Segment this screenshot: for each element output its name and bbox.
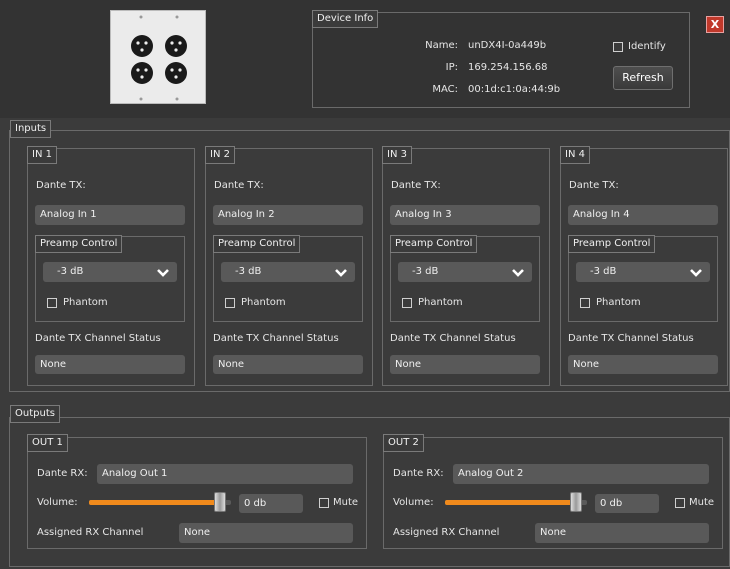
volume-label: Volume: xyxy=(393,497,434,508)
tx-status-label: Dante TX Channel Status xyxy=(35,333,161,344)
volume-slider-handle[interactable] xyxy=(570,492,582,512)
volume-value-field[interactable]: 0 db xyxy=(239,494,303,513)
dante-tx-field[interactable]: Analog In 2 xyxy=(213,205,363,225)
preamp-control-title: Preamp Control xyxy=(568,235,656,253)
input-channel-title: IN 1 xyxy=(27,146,57,164)
assigned-rx-label: Assigned RX Channel xyxy=(393,527,500,538)
close-icon: X xyxy=(710,18,720,31)
chevron-down-icon xyxy=(512,266,524,286)
dante-tx-label: Dante TX: xyxy=(214,180,264,191)
preamp-control-title: Preamp Control xyxy=(213,235,301,253)
input-channel-title: IN 3 xyxy=(382,146,412,164)
dante-rx-field[interactable]: Analog Out 1 xyxy=(97,464,353,484)
phantom-label: Phantom xyxy=(63,297,108,308)
tx-status-label: Dante TX Channel Status xyxy=(390,333,516,344)
mac-label: MAC: xyxy=(432,84,458,95)
preamp-gain-value: -3 dB xyxy=(235,266,262,277)
dante-rx-field[interactable]: Analog Out 2 xyxy=(453,464,709,484)
volume-value-field[interactable]: 0 db xyxy=(595,494,659,513)
name-value: unDX4I-0a449b xyxy=(468,40,547,51)
input-channel-title: IN 2 xyxy=(205,146,235,164)
identify-checkbox[interactable] xyxy=(613,42,623,52)
mute-label: Mute xyxy=(333,497,359,508)
phantom-checkbox[interactable] xyxy=(47,298,57,308)
dante-tx-label: Dante TX: xyxy=(391,180,441,191)
outputs-title: Outputs xyxy=(10,405,60,423)
tx-status-field: None xyxy=(213,355,363,374)
phantom-label: Phantom xyxy=(241,297,286,308)
volume-label: Volume: xyxy=(37,497,78,508)
chevron-down-icon xyxy=(157,266,169,286)
wall-plate-icon xyxy=(131,15,187,101)
assigned-rx-label: Assigned RX Channel xyxy=(37,527,144,538)
close-button[interactable]: X xyxy=(706,16,724,33)
dante-rx-label: Dante RX: xyxy=(393,468,444,479)
dante-tx-label: Dante TX: xyxy=(569,180,619,191)
volume-slider-fill xyxy=(445,500,576,505)
device-info-title: Device Info xyxy=(312,10,379,28)
ip-label: IP: xyxy=(445,62,458,73)
refresh-button[interactable]: Refresh xyxy=(613,66,673,90)
phantom-label: Phantom xyxy=(418,297,463,308)
phantom-label: Phantom xyxy=(596,297,641,308)
phantom-checkbox[interactable] xyxy=(225,298,235,308)
chevron-down-icon xyxy=(335,266,347,286)
volume-slider-handle[interactable] xyxy=(214,492,226,512)
tx-status-field: None xyxy=(35,355,185,374)
dante-tx-field[interactable]: Analog In 4 xyxy=(568,205,718,225)
identify-label: Identify xyxy=(628,41,666,52)
preamp-gain-select[interactable]: -3 dB xyxy=(576,262,710,282)
ip-value: 169.254.156.68 xyxy=(468,62,548,73)
volume-slider-track[interactable] xyxy=(89,500,231,505)
phantom-checkbox[interactable] xyxy=(580,298,590,308)
phantom-checkbox[interactable] xyxy=(402,298,412,308)
dante-rx-label: Dante RX: xyxy=(37,468,88,479)
tx-status-field: None xyxy=(390,355,540,374)
volume-slider-fill xyxy=(89,500,220,505)
tx-status-label: Dante TX Channel Status xyxy=(568,333,694,344)
tx-status-field: None xyxy=(568,355,718,374)
preamp-gain-value: -3 dB xyxy=(412,266,439,277)
mac-value: 00:1d:c1:0a:44:9b xyxy=(468,84,561,95)
dante-tx-field[interactable]: Analog In 3 xyxy=(390,205,540,225)
tx-status-label: Dante TX Channel Status xyxy=(213,333,339,344)
preamp-control-title: Preamp Control xyxy=(35,235,123,253)
preamp-gain-select[interactable]: -3 dB xyxy=(221,262,355,282)
dante-tx-label: Dante TX: xyxy=(36,180,86,191)
preamp-gain-value: -3 dB xyxy=(590,266,617,277)
preamp-gain-select[interactable]: -3 dB xyxy=(43,262,177,282)
chevron-down-icon xyxy=(690,266,702,286)
mute-checkbox[interactable] xyxy=(319,498,329,508)
device-image xyxy=(110,10,206,104)
mute-checkbox[interactable] xyxy=(675,498,685,508)
assigned-rx-field: None xyxy=(179,523,353,543)
name-label: Name: xyxy=(425,40,458,51)
assigned-rx-field: None xyxy=(535,523,709,543)
output-channel-title: OUT 1 xyxy=(27,434,68,452)
inputs-title: Inputs xyxy=(10,120,52,138)
preamp-gain-select[interactable]: -3 dB xyxy=(398,262,532,282)
input-channel-title: IN 4 xyxy=(560,146,590,164)
mute-label: Mute xyxy=(689,497,715,508)
preamp-control-title: Preamp Control xyxy=(390,235,478,253)
output-channel-title: OUT 2 xyxy=(383,434,424,452)
preamp-gain-value: -3 dB xyxy=(57,266,84,277)
volume-slider-track[interactable] xyxy=(445,500,587,505)
dante-tx-field[interactable]: Analog In 1 xyxy=(35,205,185,225)
